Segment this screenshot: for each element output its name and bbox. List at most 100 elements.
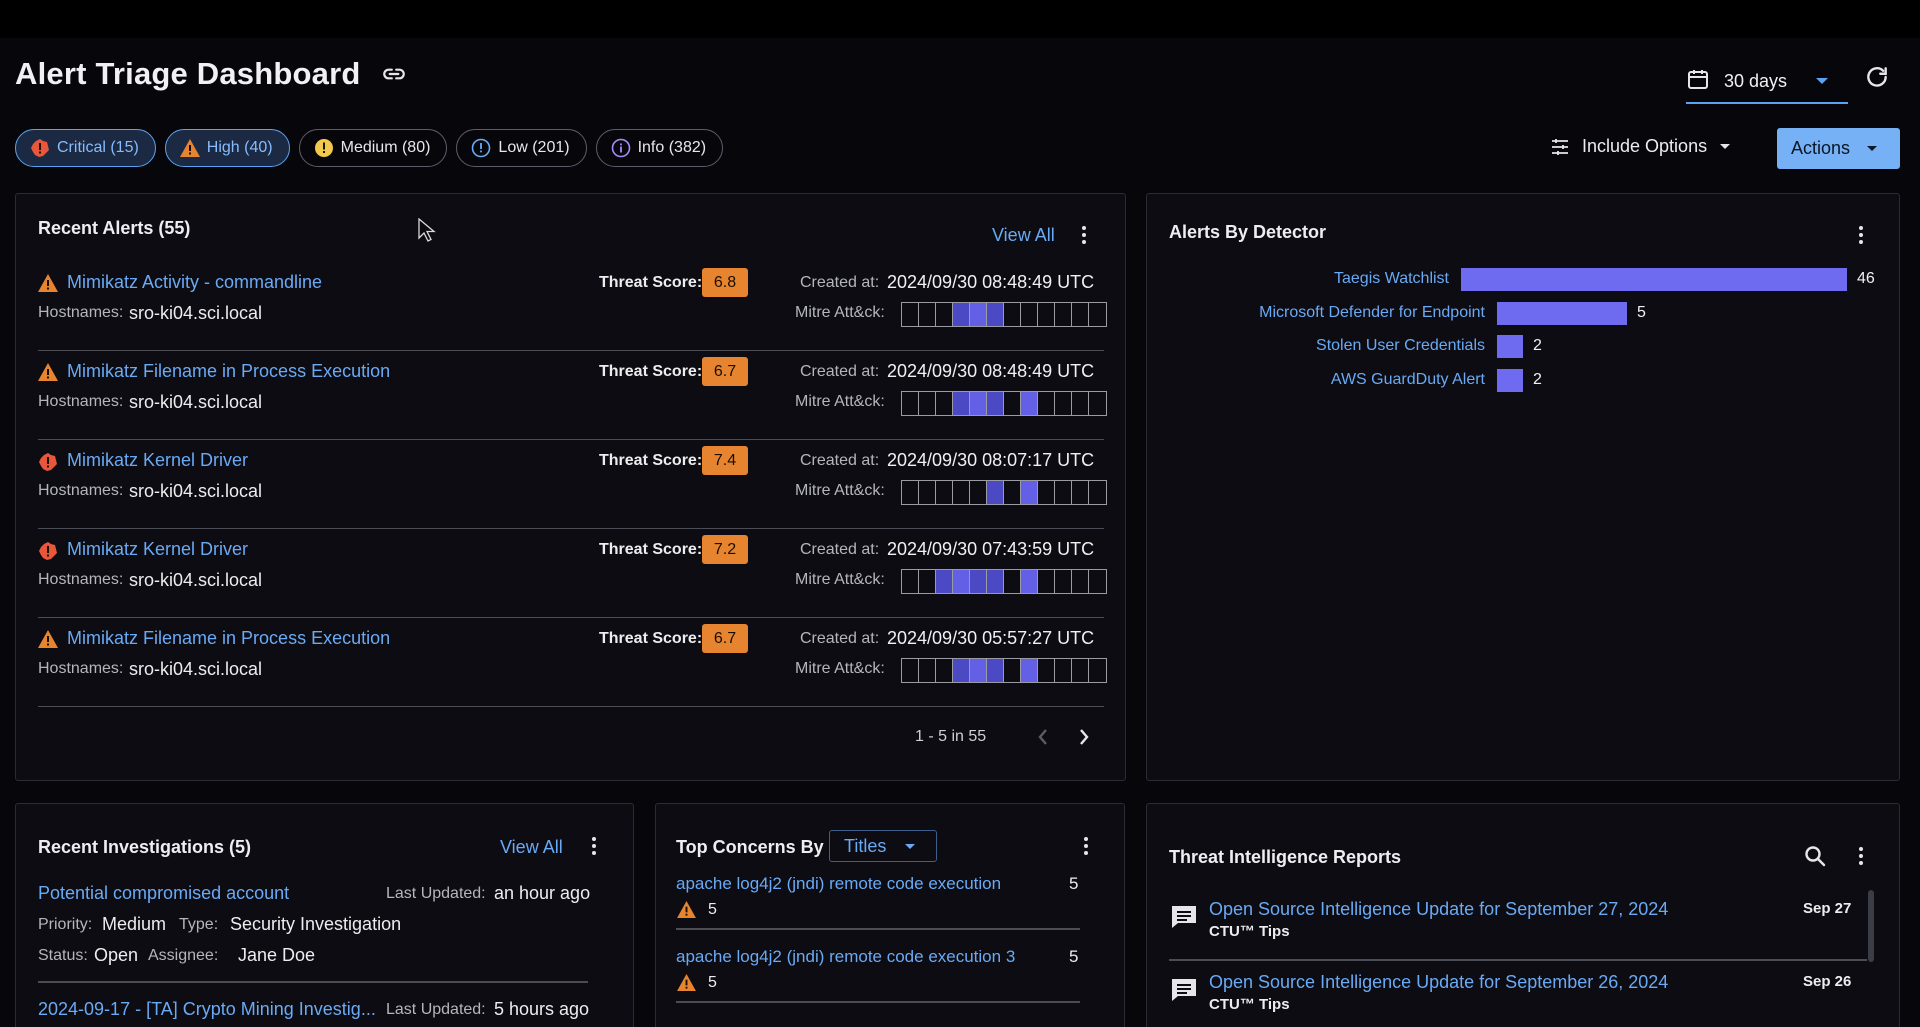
mitre-cell (1021, 570, 1038, 593)
critical-icon (38, 541, 58, 566)
mitre-cell (1055, 659, 1072, 682)
warning-icon (677, 974, 696, 996)
investigation-name[interactable]: Potential compromised account (38, 883, 289, 904)
filter-chip-label: Medium (80) (340, 139, 431, 156)
detector-bar[interactable] (1497, 301, 1627, 325)
chevron-left-icon[interactable] (1037, 728, 1049, 751)
alert-row[interactable]: Mimikatz Filename in Process Execution H… (38, 351, 1107, 440)
filter-chip-medium[interactable]: Medium (80) (298, 129, 448, 167)
concern-count: 5 (1069, 874, 1079, 893)
investigations-view-all[interactable]: View All (500, 837, 563, 858)
threat-score-badge: 6.8 (702, 268, 748, 297)
mitre-cell (1038, 303, 1055, 326)
hostname-value[interactable]: sro-ki04.sci.local (129, 659, 262, 680)
detector-label[interactable]: Taegis Watchlist (1149, 270, 1449, 288)
alert-name[interactable]: Mimikatz Kernel Driver (67, 539, 248, 560)
detector-bar[interactable] (1461, 268, 1847, 291)
date-range-select[interactable]: 30 days (1686, 60, 1848, 104)
more-icon[interactable] (1080, 226, 1088, 244)
concern-name[interactable]: apache log4j2 (jndi) remote code executi… (676, 874, 1001, 894)
mitre-attack-matrix[interactable] (901, 658, 1107, 683)
detector-label[interactable]: Stolen User Credentials (1185, 337, 1485, 355)
mitre-cell (1021, 392, 1038, 415)
mitre-cell (1021, 659, 1038, 682)
hostnames-label: Hostnames: (38, 304, 124, 321)
more-icon[interactable] (1857, 847, 1865, 865)
more-icon[interactable] (1857, 226, 1865, 244)
hostname-value[interactable]: sro-ki04.sci.local (129, 570, 262, 591)
mitre-cell (953, 570, 970, 593)
alert-name[interactable]: Mimikatz Filename in Process Execution (67, 361, 390, 382)
concern-count: 5 (1069, 947, 1079, 966)
mitre-cell (902, 481, 919, 504)
mitre-cell (1089, 303, 1106, 326)
alert-row[interactable]: Mimikatz Kernel Driver Hostnames: sro-ki… (38, 529, 1107, 618)
concern-name[interactable]: apache log4j2 (jndi) remote code executi… (676, 947, 1015, 967)
mitre-cell (953, 659, 970, 682)
date-range-label: 30 days (1724, 70, 1788, 91)
investigation-name[interactable]: 2024-09-17 - [TA] Crypto Mining Investig… (38, 999, 376, 1020)
mitre-attack-matrix[interactable] (901, 302, 1107, 327)
mitre-cell (919, 303, 936, 326)
mitre-cell (1072, 659, 1089, 682)
filter-chip-high[interactable]: High (40) (164, 129, 290, 167)
mitre-cell (1089, 481, 1106, 504)
mouse-cursor-icon (418, 217, 436, 247)
recent-alerts-view-all[interactable]: View All (992, 225, 1055, 246)
chevron-right-icon[interactable] (1078, 728, 1090, 751)
mitre-cell (953, 392, 970, 415)
detector-bar[interactable] (1497, 368, 1523, 392)
recent-alerts-card: Recent Alerts (55) View All Mimikatz Act… (15, 193, 1126, 781)
more-icon[interactable] (1082, 837, 1090, 855)
top-concerns-title: Top Concerns By (676, 837, 824, 857)
alerts-by-detector-card: Alerts By Detector Taegis Watchlist 46 Mic… (1146, 193, 1900, 781)
calendar-icon (1686, 67, 1710, 96)
filter-chip-low[interactable]: Low (201) (456, 129, 587, 167)
include-options-button[interactable]: Include Options (1550, 136, 1731, 157)
mitre-attack-matrix[interactable] (901, 569, 1107, 594)
report-title[interactable]: Open Source Intelligence Update for Sept… (1209, 972, 1668, 993)
hostname-value[interactable]: sro-ki04.sci.local (129, 303, 262, 324)
alert-row[interactable]: Mimikatz Filename in Process Execution H… (38, 618, 1107, 707)
mitre-cell (970, 659, 987, 682)
mitre-cell (1038, 570, 1055, 593)
filter-chip-critical[interactable]: Critical (15) (15, 129, 156, 167)
hostname-value[interactable]: sro-ki04.sci.local (129, 392, 262, 413)
scrollbar-thumb[interactable] (1868, 890, 1874, 962)
actions-button[interactable]: Actions (1777, 128, 1900, 169)
detector-value: 5 (1637, 303, 1646, 321)
caret-down-icon (1720, 144, 1731, 149)
hostname-value[interactable]: sro-ki04.sci.local (129, 481, 262, 502)
mitre-cell (919, 659, 936, 682)
last-updated-value: an hour ago (494, 883, 591, 903)
filter-chip-label: Info (382) (637, 139, 707, 156)
mitre-cell (970, 570, 987, 593)
mitre-attack-matrix[interactable] (901, 391, 1107, 416)
detector-label[interactable]: Microsoft Defender for Endpoint (1185, 304, 1485, 322)
filter-chip-info[interactable]: Info (382) (595, 129, 724, 167)
link-icon[interactable] (381, 61, 407, 87)
detector-bar[interactable] (1497, 335, 1523, 358)
info-icon (611, 138, 630, 158)
mitre-label: Mitre Att&ck: (795, 571, 885, 588)
more-icon[interactable] (590, 837, 598, 855)
mitre-cell (987, 392, 1004, 415)
report-date: Sep 26 (1803, 973, 1852, 990)
alert-row[interactable]: Mimikatz Activity - commandline Hostname… (38, 262, 1107, 351)
created-at-value: 2024/09/30 08:48:49 UTC (887, 272, 1095, 292)
mitre-cell (970, 303, 987, 326)
threat-score-badge: 7.4 (702, 446, 748, 475)
alert-row[interactable]: Mimikatz Kernel Driver Hostnames: sro-ki… (38, 440, 1107, 529)
group-by-select[interactable]: Titles (829, 830, 937, 862)
mitre-attack-matrix[interactable] (901, 480, 1107, 505)
alert-name[interactable]: Mimikatz Kernel Driver (67, 450, 248, 471)
detector-label[interactable]: AWS GuardDuty Alert (1185, 371, 1485, 389)
mitre-cell (902, 392, 919, 415)
created-at-value: 2024/09/30 05:57:27 UTC (887, 628, 1095, 648)
refresh-icon[interactable] (1864, 64, 1890, 95)
alert-name[interactable]: Mimikatz Filename in Process Execution (67, 628, 390, 649)
created-at-label: Created at: (800, 630, 880, 647)
search-icon[interactable] (1803, 844, 1827, 873)
alert-name[interactable]: Mimikatz Activity - commandline (67, 272, 322, 293)
report-title[interactable]: Open Source Intelligence Update for Sept… (1209, 899, 1668, 920)
